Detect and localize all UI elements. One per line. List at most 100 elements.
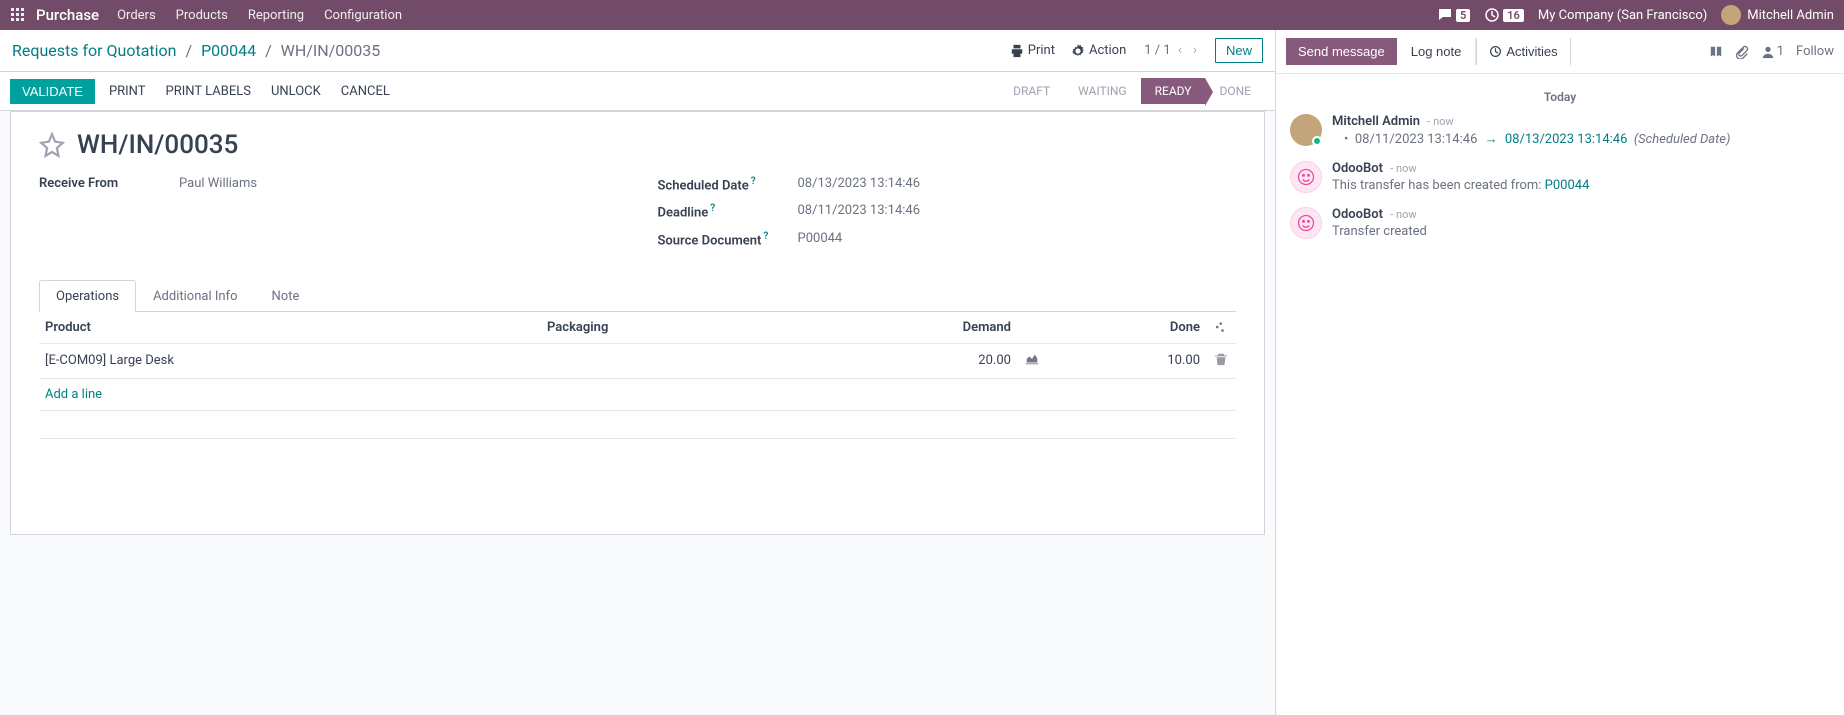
cell-product[interactable]: [E-COM09] Large Desk xyxy=(39,343,541,378)
page-title: WH/IN/00035 xyxy=(77,130,238,160)
clock-icon xyxy=(1489,45,1502,58)
breadcrumb-current: WH/IN/00035 xyxy=(281,41,381,60)
msg-link[interactable]: P00044 xyxy=(1545,178,1590,193)
status-done[interactable]: DONE xyxy=(1205,78,1265,104)
new-button[interactable]: New xyxy=(1215,38,1263,63)
form-sheet: WH/IN/00035 Receive From Paul Williams S… xyxy=(10,111,1265,535)
pager-prev[interactable]: ‹ xyxy=(1178,43,1182,58)
print-action[interactable]: PRINT xyxy=(109,84,146,99)
attachment-icon[interactable] xyxy=(1735,45,1749,59)
add-line-button[interactable]: Add a line xyxy=(45,387,102,402)
cell-packaging[interactable] xyxy=(541,343,802,378)
nav-orders[interactable]: Orders xyxy=(117,8,156,23)
help-icon[interactable]: ? xyxy=(710,203,715,214)
validate-button[interactable]: VALIDATE xyxy=(10,79,95,104)
pager: 1 / 1 ‹ › xyxy=(1144,43,1201,58)
print-button[interactable]: Print xyxy=(1010,43,1055,58)
col-options[interactable] xyxy=(1206,312,1236,344)
avatar-icon xyxy=(1290,114,1322,146)
cell-delete[interactable] xyxy=(1206,343,1236,378)
scheduled-value[interactable]: 08/13/2023 13:14:46 xyxy=(798,176,921,193)
trash-icon xyxy=(1214,352,1228,366)
bot-avatar-icon xyxy=(1290,161,1322,193)
pager-next[interactable]: › xyxy=(1193,43,1197,58)
empty-row xyxy=(39,438,1236,466)
status-ready[interactable]: READY xyxy=(1141,78,1206,104)
nav-username: Mitchell Admin xyxy=(1747,8,1834,23)
chart-icon xyxy=(1025,352,1039,366)
follower-count[interactable]: 1 xyxy=(1761,44,1784,59)
deadline-value: 08/11/2023 13:14:46 xyxy=(798,203,921,220)
nav-brand[interactable]: Purchase xyxy=(36,6,99,24)
tab-additional-info[interactable]: Additional Info xyxy=(136,280,254,312)
chatter-panel: Send message Log note Activities 1 Follo… xyxy=(1276,30,1844,715)
main-panel: Requests for Quotation / P00044 / WH/IN/… xyxy=(0,30,1276,715)
receive-from-label: Receive From xyxy=(39,176,179,191)
chatter-header: Send message Log note Activities 1 Follo… xyxy=(1276,30,1844,74)
activities-button[interactable]: Activities xyxy=(1476,38,1570,65)
nav-reporting[interactable]: Reporting xyxy=(248,8,304,23)
msg-time: - now xyxy=(1390,162,1416,175)
arrow-icon: → xyxy=(1485,132,1498,147)
action-button[interactable]: Action xyxy=(1071,43,1126,58)
cancel-action[interactable]: CANCEL xyxy=(341,84,390,99)
bot-avatar-icon xyxy=(1290,207,1322,239)
activities-badge: 16 xyxy=(1503,9,1524,22)
breadcrumb-row: Requests for Quotation / P00044 / WH/IN/… xyxy=(0,30,1275,72)
col-packaging[interactable]: Packaging xyxy=(541,312,802,344)
nav-activities[interactable]: 16 xyxy=(1484,7,1524,23)
apps-icon[interactable] xyxy=(10,7,26,23)
table-row[interactable]: [E-COM09] Large Desk 20.00 10.00 xyxy=(39,343,1236,378)
status-waiting[interactable]: WAITING xyxy=(1064,78,1140,104)
receive-from-value[interactable]: Paul Williams xyxy=(179,176,257,191)
help-icon[interactable]: ? xyxy=(763,231,768,242)
col-done[interactable]: Done xyxy=(1047,312,1206,344)
avatar-icon xyxy=(1721,5,1741,25)
cell-done[interactable]: 10.00 xyxy=(1047,343,1206,378)
operations-table: Product Packaging Demand Done [E-COM09] … xyxy=(39,312,1236,467)
cell-demand[interactable]: 20.00 xyxy=(802,343,1017,378)
message: OdooBot - now Transfer created xyxy=(1290,207,1830,239)
source-label: Source Document? xyxy=(658,231,798,248)
message: Mitchell Admin - now • 08/11/2023 13:14:… xyxy=(1290,114,1830,147)
chatter-body: Today Mitchell Admin - now • 08/11/2023 … xyxy=(1276,74,1844,263)
status-draft[interactable]: DRAFT xyxy=(999,78,1064,104)
help-icon[interactable]: ? xyxy=(751,176,756,187)
empty-row xyxy=(39,410,1236,438)
message: OdooBot - now This transfer has been cre… xyxy=(1290,161,1830,193)
follow-button[interactable]: Follow xyxy=(1796,44,1834,59)
unlock-action[interactable]: UNLOCK xyxy=(271,84,321,99)
col-product[interactable]: Product xyxy=(39,312,541,344)
print-icon xyxy=(1010,44,1024,58)
star-icon[interactable] xyxy=(39,132,65,158)
status-bar: DRAFT WAITING READY DONE xyxy=(999,78,1265,104)
cell-forecast-icon[interactable] xyxy=(1017,343,1047,378)
nav-user[interactable]: Mitchell Admin xyxy=(1721,5,1834,25)
log-note-button[interactable]: Log note xyxy=(1397,38,1477,65)
tabs: Operations Additional Info Note xyxy=(39,280,1236,312)
tab-operations[interactable]: Operations xyxy=(39,280,136,312)
col-demand[interactable]: Demand xyxy=(802,312,1017,344)
breadcrumb-root[interactable]: Requests for Quotation xyxy=(12,41,177,60)
chatter-date: Today xyxy=(1290,90,1830,104)
col-forecast xyxy=(1017,312,1047,344)
breadcrumb-parent[interactable]: P00044 xyxy=(201,41,256,60)
send-message-button[interactable]: Send message xyxy=(1286,38,1397,65)
nav-products[interactable]: Products xyxy=(176,8,228,23)
source-value[interactable]: P00044 xyxy=(798,231,843,248)
print-labels-action[interactable]: PRINT LABELS xyxy=(166,84,251,99)
msg-text: This transfer has been created from: P00… xyxy=(1332,178,1830,193)
nav-company[interactable]: My Company (San Francisco) xyxy=(1538,8,1707,23)
tab-note[interactable]: Note xyxy=(255,280,317,312)
msg-author[interactable]: OdooBot xyxy=(1332,161,1383,176)
msg-author[interactable]: Mitchell Admin xyxy=(1332,114,1420,129)
nav-discuss[interactable]: 5 xyxy=(1437,7,1470,23)
book-icon[interactable] xyxy=(1709,45,1723,59)
add-line-row: Add a line xyxy=(39,378,1236,410)
user-icon xyxy=(1761,45,1775,59)
breadcrumb: Requests for Quotation / P00044 / WH/IN/… xyxy=(12,41,380,60)
msg-time: - now xyxy=(1390,208,1416,221)
nav-configuration[interactable]: Configuration xyxy=(324,8,402,23)
sliders-icon xyxy=(1212,320,1226,334)
msg-author[interactable]: OdooBot xyxy=(1332,207,1383,222)
